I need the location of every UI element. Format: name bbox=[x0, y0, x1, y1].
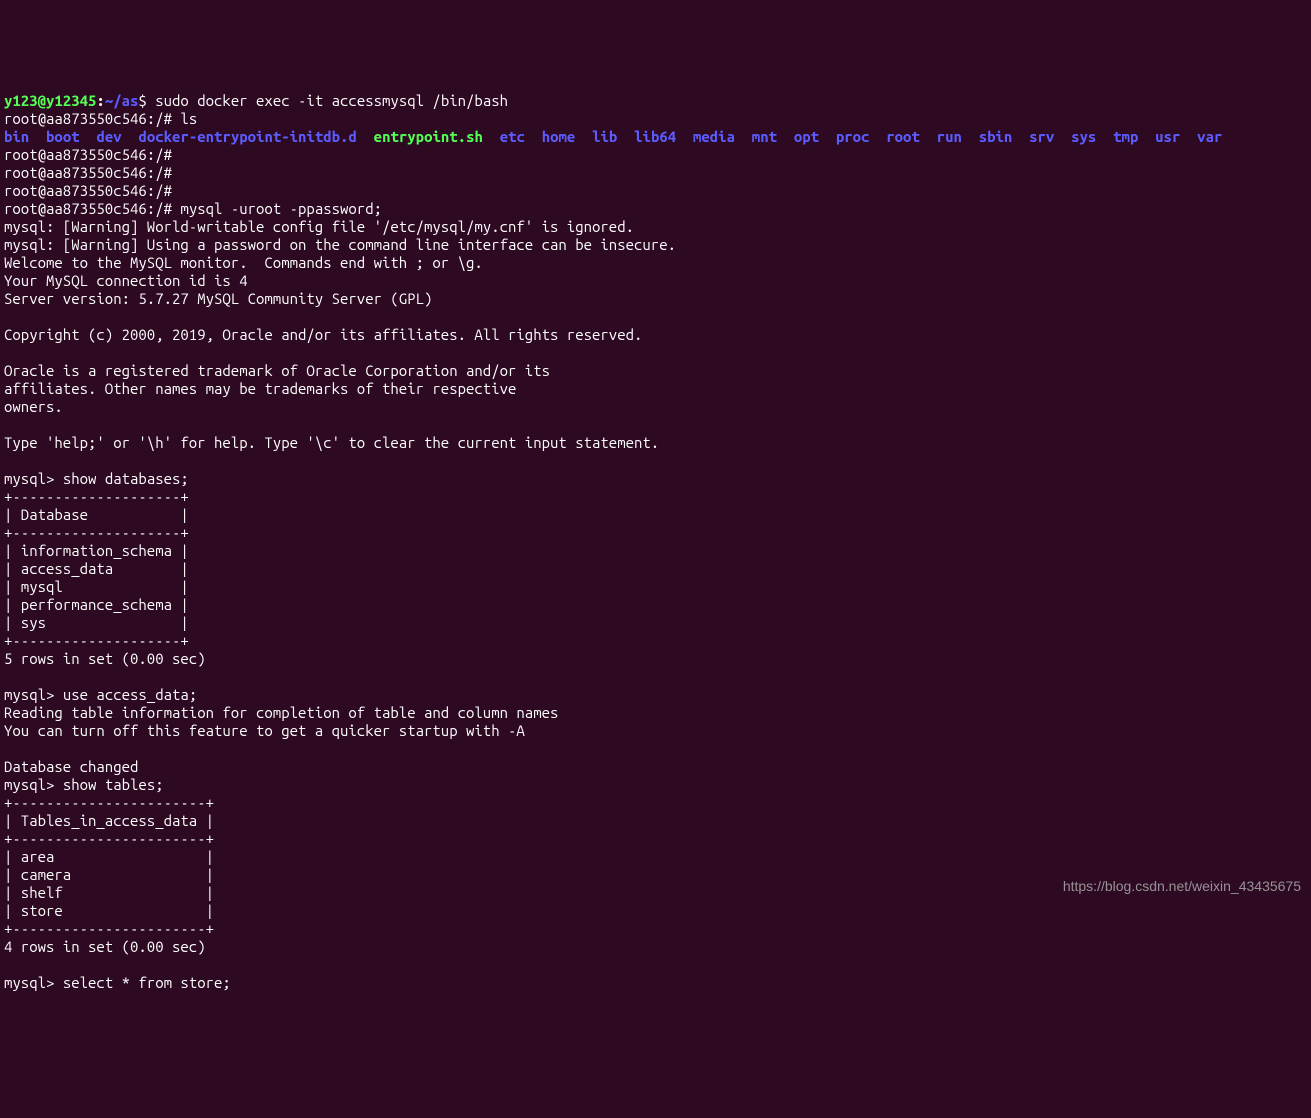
db-border-top: +--------------------+ bbox=[4, 488, 189, 505]
root-prompt-4: root@aa873550c546:/# bbox=[4, 182, 172, 199]
tbl-border-top: +-----------------------+ bbox=[4, 794, 214, 811]
db-summary: 5 rows in set (0.00 sec) bbox=[4, 650, 206, 667]
watermark: https://blog.csdn.net/weixin_43435675 bbox=[1063, 878, 1301, 895]
db-row-4: | sys | bbox=[4, 614, 189, 631]
terminal-output[interactable]: y123@y12345:~/as$ sudo docker exec -it a… bbox=[4, 74, 1307, 992]
db-row-3: | performance_schema | bbox=[4, 596, 189, 613]
mysql-copyright: Copyright (c) 2000, 2019, Oracle and/or … bbox=[4, 326, 642, 343]
mysql-welcome-2: Your MySQL connection id is 4 bbox=[4, 272, 248, 289]
mysql-trademark-2: affiliates. Other names may be trademark… bbox=[4, 380, 516, 397]
root-prompt-1: root@aa873550c546:/# ls bbox=[4, 110, 197, 127]
prompt-user: y123@y12345 bbox=[4, 92, 96, 109]
prompt-path: ~/as bbox=[105, 92, 139, 109]
db-header: | Database | bbox=[4, 506, 189, 523]
use-db-line-1: Reading table information for completion… bbox=[4, 704, 558, 721]
use-db-line-2: You can turn off this feature to get a q… bbox=[4, 722, 525, 739]
mysql-welcome-3: Server version: 5.7.27 MySQL Community S… bbox=[4, 290, 432, 307]
tbl-header: | Tables_in_access_data | bbox=[4, 812, 214, 829]
tbl-row-0: | area | bbox=[4, 848, 214, 865]
root-prompt-2: root@aa873550c546:/# bbox=[4, 146, 172, 163]
mysql-trademark-1: Oracle is a registered trademark of Orac… bbox=[4, 362, 550, 379]
ls-output-line: bin boot dev docker-entrypoint-initdb.d … bbox=[4, 128, 1222, 145]
mysql-trademark-3: owners. bbox=[4, 398, 63, 415]
cmd-docker: sudo docker exec -it accessmysql /bin/ba… bbox=[155, 92, 508, 109]
mysql-warn-1: mysql: [Warning] World-writable config f… bbox=[4, 218, 634, 235]
tbl-summary: 4 rows in set (0.00 sec) bbox=[4, 938, 206, 955]
tbl-row-3: | store | bbox=[4, 902, 214, 919]
tbl-border-bot: +-----------------------+ bbox=[4, 920, 214, 937]
mysql-warn-2: mysql: [Warning] Using a password on the… bbox=[4, 236, 676, 253]
db-border-bot: +--------------------+ bbox=[4, 632, 189, 649]
cmd-select-store: mysql> select * from store; bbox=[4, 974, 231, 991]
root-prompt-3: root@aa873550c546:/# bbox=[4, 164, 172, 181]
cmd-show-db: mysql> show databases; bbox=[4, 470, 189, 487]
tbl-row-2: | shelf | bbox=[4, 884, 214, 901]
mysql-welcome-1: Welcome to the MySQL monitor. Commands e… bbox=[4, 254, 483, 271]
cmd-use-db: mysql> use access_data; bbox=[4, 686, 197, 703]
db-border-mid: +--------------------+ bbox=[4, 524, 189, 541]
db-row-0: | information_schema | bbox=[4, 542, 189, 559]
cmd-show-tables: mysql> show tables; bbox=[4, 776, 164, 793]
tbl-row-1: | camera | bbox=[4, 866, 214, 883]
prompt-sep: : bbox=[96, 92, 104, 109]
use-db-line-3: Database changed bbox=[4, 758, 138, 775]
tbl-border-mid: +-----------------------+ bbox=[4, 830, 214, 847]
db-row-2: | mysql | bbox=[4, 578, 189, 595]
prompt-dollar: $ bbox=[138, 92, 155, 109]
mysql-help: Type 'help;' or '\h' for help. Type '\c'… bbox=[4, 434, 659, 451]
db-row-1: | access_data | bbox=[4, 560, 189, 577]
root-prompt-mysql: root@aa873550c546:/# mysql -uroot -ppass… bbox=[4, 200, 382, 217]
